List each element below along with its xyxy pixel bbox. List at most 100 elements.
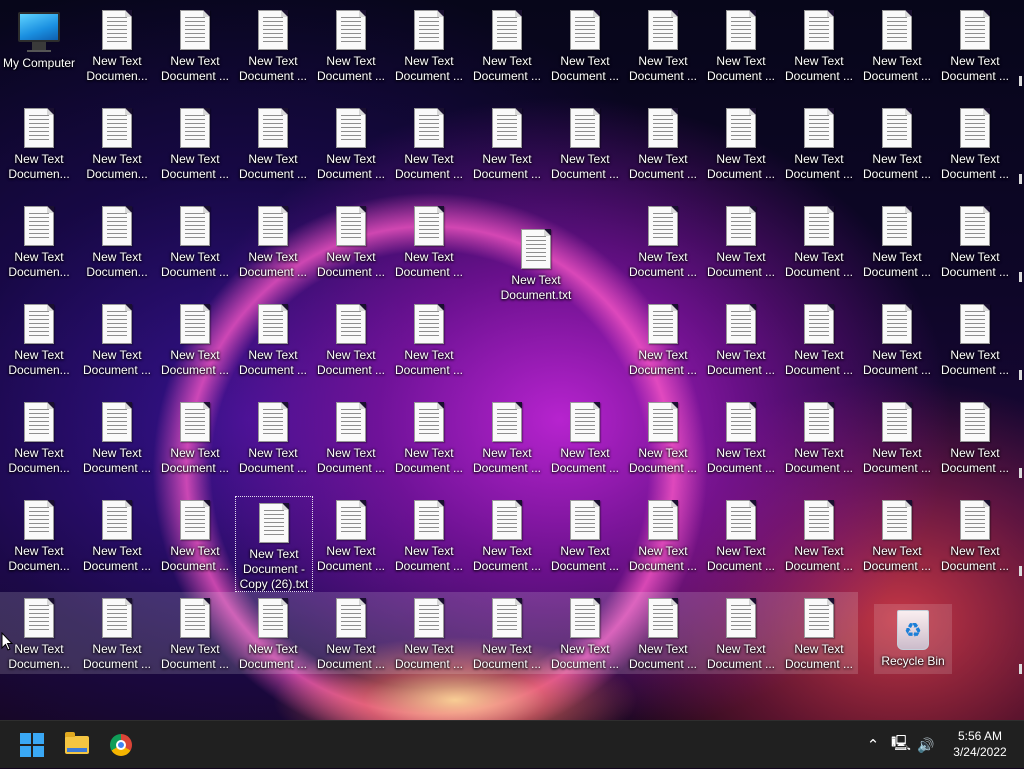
desktop-file-icon[interactable]: New Text Document ... <box>702 102 780 184</box>
show-hidden-icons-button[interactable]: ⌃ <box>864 721 882 769</box>
text-file-icon <box>570 10 600 50</box>
desktop-file-icon[interactable]: New Text Document ... <box>702 4 780 86</box>
text-file-icon <box>102 500 132 540</box>
desktop-file-icon[interactable]: New Text Document ... <box>312 396 390 478</box>
desktop-file-icon[interactable]: New Text Document ... <box>156 494 234 576</box>
desktop-file-icon[interactable]: New Text Document ... <box>312 102 390 184</box>
desktop-file-icon[interactable]: New Text Document ... <box>390 298 468 380</box>
text-file-icon <box>258 402 288 442</box>
desktop[interactable]: My Computer New Text Documen... New Text… <box>0 0 1024 720</box>
selected-file-icon[interactable]: New Text Document - Copy (26).txt <box>235 496 313 592</box>
desktop-file-icon[interactable]: New Text Document ... <box>78 494 156 576</box>
desktop-file-icon[interactable]: New Text Document ... <box>858 396 936 478</box>
file-explorer-button[interactable] <box>61 729 93 761</box>
desktop-file-icon[interactable]: New Text Document ... <box>468 592 546 674</box>
desktop-file-icon[interactable]: New Text Document ... <box>468 4 546 86</box>
desktop-file-icon[interactable]: New Text Document ... <box>156 102 234 184</box>
desktop-file-icon[interactable]: New Text Document ... <box>546 592 624 674</box>
desktop-file-icon[interactable]: New Text Document ... <box>312 494 390 576</box>
desktop-file-icon[interactable]: New Text Document ... <box>780 4 858 86</box>
desktop-file-icon[interactable]: New Text Document ... <box>624 102 702 184</box>
desktop-file-icon[interactable]: New Text Document ... <box>156 200 234 282</box>
desktop-file-icon[interactable]: New Text Document ... <box>546 396 624 478</box>
desktop-file-icon[interactable]: New Text Document ... <box>156 298 234 380</box>
desktop-file-icon[interactable]: New Text Document ... <box>780 494 858 576</box>
desktop-file-icon[interactable]: New Text Document ... <box>390 494 468 576</box>
desktop-file-icon[interactable]: New Text Document ... <box>624 494 702 576</box>
desktop-file-icon[interactable]: New Text Document ... <box>936 494 1014 576</box>
desktop-file-icon[interactable]: New Text Document ... <box>780 298 858 380</box>
desktop-file-icon[interactable]: New Text Document ... <box>234 298 312 380</box>
volume-button[interactable]: 🔊 <box>915 721 937 769</box>
desktop-file-icon[interactable]: New Text Document ... <box>702 592 780 674</box>
desktop-file-icon[interactable]: New Text Documen... <box>0 102 78 184</box>
desktop-file-icon[interactable]: New Text Documen... <box>0 298 78 380</box>
desktop-file-icon[interactable]: New Text Documen... <box>78 200 156 282</box>
desktop-file-icon[interactable]: New Text Document ... <box>780 592 858 674</box>
desktop-file-icon[interactable]: New Text Document ... <box>78 298 156 380</box>
clock-button[interactable]: 5:56 AM 3/24/2022 <box>940 728 1020 760</box>
desktop-file-icon-lone[interactable]: New Text Document.txt <box>497 223 575 305</box>
desktop-file-icon[interactable]: New Text Document ... <box>546 102 624 184</box>
desktop-icon-label: New Text Document ... <box>862 152 932 181</box>
desktop-file-icon[interactable]: New Text Document ... <box>468 396 546 478</box>
desktop-file-icon[interactable]: New Text Document ... <box>780 102 858 184</box>
desktop-file-icon[interactable]: New Text Document ... <box>312 298 390 380</box>
desktop-file-icon[interactable]: New Text Document ... <box>702 200 780 282</box>
desktop-file-icon[interactable]: New Text Document ... <box>624 4 702 86</box>
desktop-file-icon[interactable]: New Text Document ... <box>936 298 1014 380</box>
desktop-file-icon[interactable]: New Text Document ... <box>936 396 1014 478</box>
desktop-file-icon[interactable]: New Text Document ... <box>858 494 936 576</box>
desktop-file-icon[interactable]: New Text Document ... <box>156 396 234 478</box>
desktop-file-icon[interactable]: New Text Document ... <box>936 4 1014 86</box>
network-button[interactable]: 🖳 <box>890 721 912 769</box>
start-button[interactable] <box>16 729 48 761</box>
desktop-file-icon[interactable]: New Text Document ... <box>234 396 312 478</box>
my-computer-icon-item[interactable]: My Computer <box>0 4 78 86</box>
desktop-file-icon[interactable]: New Text Document ... <box>780 396 858 478</box>
desktop-file-icon[interactable]: New Text Documen... <box>78 4 156 86</box>
desktop-file-icon[interactable]: New Text Document ... <box>702 494 780 576</box>
desktop-file-icon[interactable]: New Text Document ... <box>390 4 468 86</box>
desktop-file-icon[interactable]: New Text Documen... <box>0 494 78 576</box>
desktop-file-icon[interactable]: New Text Document ... <box>546 494 624 576</box>
desktop-file-icon[interactable]: New Text Document ... <box>390 396 468 478</box>
desktop-file-icon[interactable]: New Text Document ... <box>624 592 702 674</box>
desktop-file-icon[interactable]: New Text Document ... <box>858 200 936 282</box>
desktop-file-icon[interactable]: New Text Document ... <box>312 4 390 86</box>
desktop-file-icon[interactable]: New Text Document ... <box>624 396 702 478</box>
desktop-file-icon[interactable]: New Text Document ... <box>936 102 1014 184</box>
desktop-file-icon[interactable]: New Text Document ... <box>312 592 390 674</box>
desktop-file-icon[interactable]: New Text Documen... <box>78 102 156 184</box>
desktop-file-icon[interactable]: New Text Document ... <box>156 592 234 674</box>
recycle-bin-item[interactable]: ♻ Recycle Bin <box>874 604 952 674</box>
desktop-file-icon[interactable]: New Text Document ... <box>702 298 780 380</box>
desktop-file-icon[interactable]: New Text Document ... <box>858 4 936 86</box>
desktop-file-icon[interactable]: New Text Document ... <box>468 494 546 576</box>
desktop-file-icon[interactable]: New Text Document ... <box>312 200 390 282</box>
chrome-button[interactable] <box>105 729 137 761</box>
desktop-file-icon[interactable]: New Text Document ... <box>858 298 936 380</box>
desktop-file-icon[interactable]: New Text Document ... <box>858 102 936 184</box>
desktop-file-icon[interactable]: New Text Documen... <box>0 396 78 478</box>
desktop-file-icon[interactable]: New Text Document ... <box>234 592 312 674</box>
desktop-file-icon[interactable]: New Text Document ... <box>624 298 702 380</box>
desktop-file-icon[interactable]: New Text Document ... <box>390 200 468 282</box>
desktop-file-icon[interactable]: New Text Document ... <box>546 4 624 86</box>
desktop-file-icon[interactable]: New Text Document ... <box>390 592 468 674</box>
desktop-file-icon[interactable]: New Text Document ... <box>234 200 312 282</box>
desktop-file-icon[interactable]: New Text Document ... <box>468 102 546 184</box>
desktop-file-icon[interactable]: New Text Document ... <box>234 102 312 184</box>
desktop-file-icon[interactable]: New Text Document ... <box>156 4 234 86</box>
desktop-file-icon[interactable]: New Text Document ... <box>78 592 156 674</box>
text-file-icon <box>102 402 132 442</box>
desktop-file-icon[interactable]: New Text Documen... <box>0 200 78 282</box>
text-file-icon <box>648 598 678 638</box>
desktop-file-icon[interactable]: New Text Document ... <box>780 200 858 282</box>
desktop-file-icon[interactable]: New Text Document ... <box>702 396 780 478</box>
desktop-file-icon[interactable]: New Text Document ... <box>78 396 156 478</box>
desktop-file-icon[interactable]: New Text Document ... <box>936 200 1014 282</box>
desktop-file-icon[interactable]: New Text Document ... <box>390 102 468 184</box>
desktop-file-icon[interactable]: New Text Document ... <box>624 200 702 282</box>
desktop-file-icon[interactable]: New Text Document ... <box>234 4 312 86</box>
